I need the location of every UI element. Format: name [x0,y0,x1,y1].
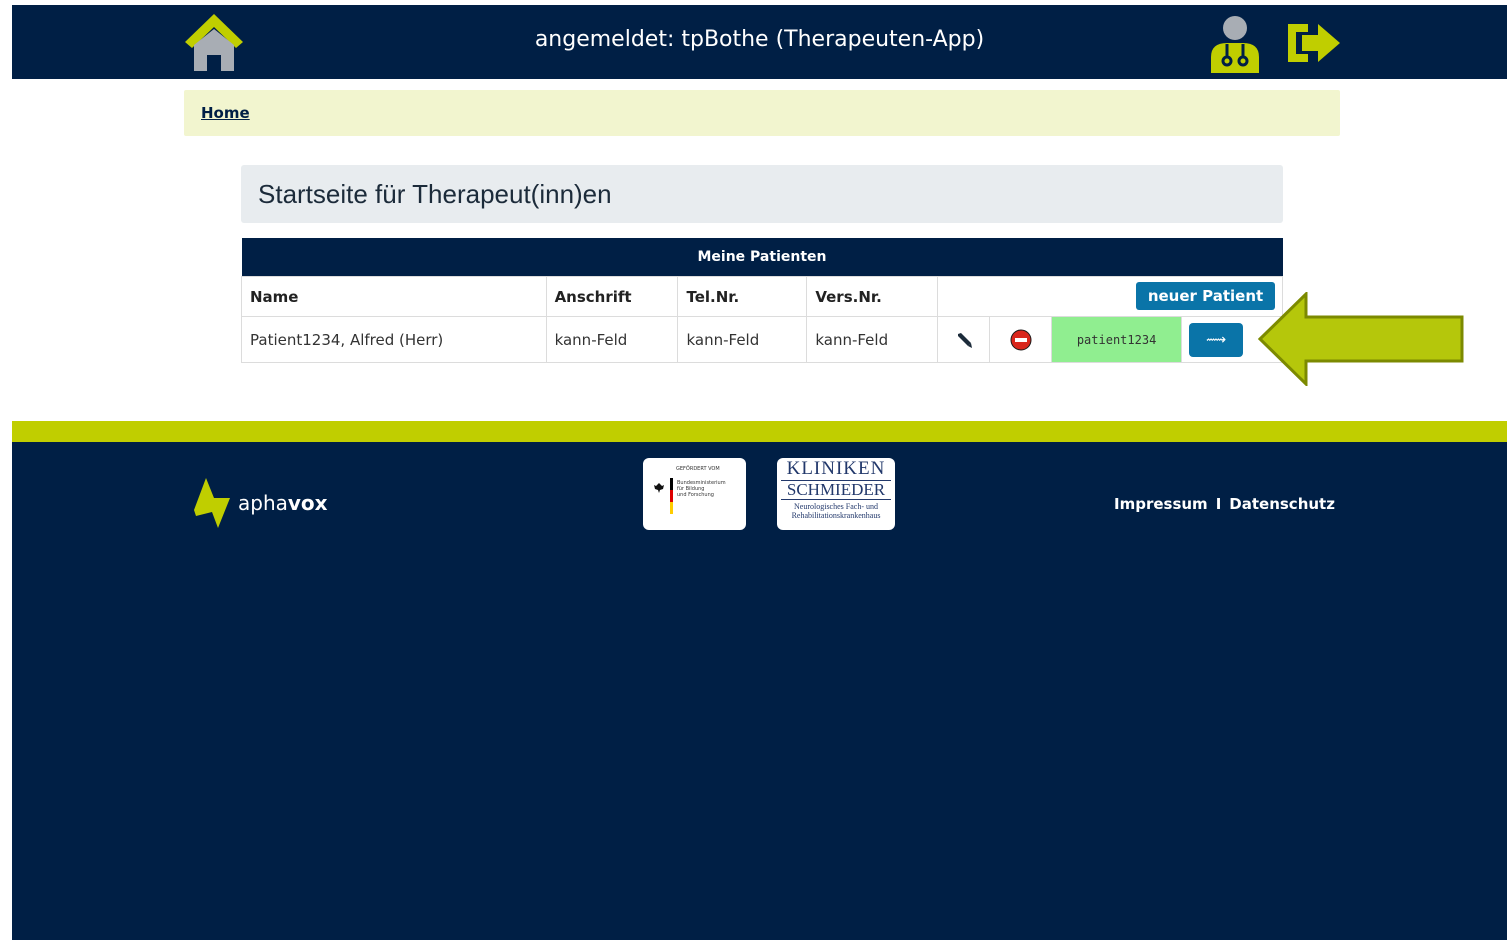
aphavox-brand[interactable]: aphavox [192,476,328,530]
table-header-row: Name Anschrift Tel.Nr. Vers.Nr. [241,276,1283,317]
patient-login: patient1234 [1051,316,1183,363]
eagle-icon [654,483,664,493]
top-bar: angemeldet: tpBothe (Therapeuten-App) [12,5,1507,79]
breadcrumb-home-link[interactable]: Home [201,104,250,122]
footer-stripe [12,421,1507,442]
logout-icon[interactable] [1284,20,1344,66]
column-header-phone: Tel.Nr. [677,276,808,317]
pencil-icon[interactable] [955,331,973,349]
header-title: angemeldet: tpBothe (Therapeuten-App) [534,27,985,52]
table-caption-row: Meine Patienten [241,238,1283,277]
breadcrumb: Home [184,90,1340,136]
datenschutz-link[interactable]: Datenschutz [1229,495,1335,513]
patient-address: kann-Feld [545,316,679,363]
column-header-address: Anschrift [545,276,679,317]
patient-phone: kann-Feld [677,316,808,363]
brand-name: aphavox [238,491,328,515]
footer-links: Impressum I Datenschutz [1114,495,1335,513]
column-header-name: Name [241,276,547,317]
edit-cell [937,316,991,363]
doctor-user-icon[interactable] [1205,13,1265,73]
open-patient-button[interactable]: ⟿ [1189,322,1244,357]
footer: aphavox GEFÖRDERT VOM Bundesministerium … [12,442,1507,940]
aphavox-logo-icon [194,478,230,528]
bmbf-logo[interactable]: GEFÖRDERT VOM Bundesministerium für Bild… [643,458,746,530]
delete-icon[interactable] [1010,329,1032,351]
new-patient-button[interactable]: neuer Patient [1136,282,1275,310]
patient-name: Patient1234, Alfred (Herr) [241,316,547,363]
link-separator: I [1215,495,1222,513]
impressum-link[interactable]: Impressum [1114,495,1208,513]
patient-insurance: kann-Feld [806,316,939,363]
page-title: Startseite für Therapeut(inn)en [258,179,612,209]
kliniken-schmieder-logo[interactable]: KLINIKEN SCHMIEDER Neurologisches Fach- … [777,458,895,530]
page-title-box: Startseite für Therapeut(inn)en [241,165,1283,223]
table-caption: Meine Patienten [241,238,1283,277]
column-header-insurance: Vers.Nr. [806,276,939,317]
patients-table: Meine Patienten Name Anschrift Tel.Nr. V… [241,238,1283,363]
green-arrow-icon [1257,292,1464,386]
delete-cell [989,316,1053,363]
table-row: Patient1234, Alfred (Herr) kann-Feld kan… [241,316,1283,363]
